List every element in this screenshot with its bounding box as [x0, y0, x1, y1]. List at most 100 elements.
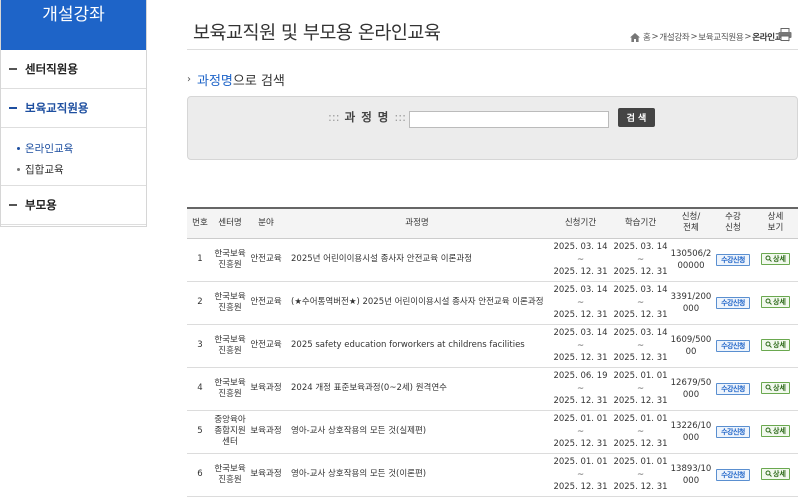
- breadcrumb-level1[interactable]: 개설강좌: [659, 31, 689, 43]
- cell-center: 한국보육진흥원: [214, 248, 246, 270]
- enroll-button[interactable]: 수강신청: [716, 339, 750, 352]
- table-row: 2 한국보육진흥원 안전교육 (★수어통역버전★) 2025년 어린이이용시설 종사자…: [187, 281, 798, 324]
- search-box: ::: 과 정 명 ::: 검 색: [187, 96, 798, 160]
- home-icon: [630, 32, 640, 42]
- cell-count: 12679/50000: [670, 377, 712, 400]
- study-end: 2025. 12. 31: [613, 352, 668, 363]
- cell-apply-period: 2025. 01. 01 ~2025. 12. 31: [549, 453, 612, 496]
- header-title: 과정명: [405, 217, 429, 228]
- sidebar-item-label: 부모용: [25, 198, 57, 212]
- cell-no: 1: [197, 254, 203, 264]
- cell-detail: 상세: [753, 281, 798, 324]
- cell-enroll: 수강신청: [713, 238, 753, 281]
- enroll-button[interactable]: 수강신청: [716, 382, 750, 395]
- cell-course-title: (★수어통역버전★) 2025년 어린이이용시설 종사자 안전교육 이론과정: [291, 297, 544, 307]
- table-row: 6 한국보육진흥원 보육과정 영아-교사 상호작용의 모든 것(이론편) 2025. 0…: [187, 453, 798, 496]
- detail-button[interactable]: 상세: [761, 467, 790, 480]
- search-heading: › 과정명 으로 검색: [187, 70, 285, 89]
- enroll-button[interactable]: 수강신청: [716, 296, 750, 309]
- table-row: 3 한국보육진흥원 안전교육 2025 safety education forwor…: [187, 324, 798, 367]
- cell-apply-period: 2025. 03. 14 ~2025. 12. 31: [549, 324, 612, 367]
- dash-icon: [9, 107, 17, 109]
- cell-detail: 상세: [753, 238, 798, 281]
- cell-enroll: 수강신청: [713, 453, 753, 496]
- study-end: 2025. 12. 31: [613, 438, 668, 449]
- detail-button[interactable]: 상세: [761, 338, 790, 351]
- sidebar-subitem-label: 온라인교육: [25, 143, 74, 155]
- cell-study-period: 2025. 01. 01 ~2025. 12. 31: [612, 410, 669, 453]
- cell-no: 3: [197, 340, 203, 350]
- detail-button[interactable]: 상세: [761, 295, 790, 308]
- breadcrumb-home[interactable]: 홈: [643, 31, 651, 43]
- title-divider: [187, 49, 798, 50]
- detail-button[interactable]: 상세: [761, 252, 790, 265]
- cell-no: 2: [197, 297, 203, 307]
- cell-course-title: 영아-교사 상호작용의 모든 것(실제편): [291, 426, 427, 436]
- search-heading-rest: 으로 검색: [232, 74, 285, 89]
- course-table: 번호 센터명 분야 과정명 신청기간 학습기간 신청/ 전체 수강 신청 상세 …: [187, 207, 798, 497]
- sidebar-item-label: 센터직원용: [25, 62, 78, 76]
- sidebar-subitem-online[interactable]: 온라인교육: [17, 138, 146, 159]
- study-start: 2025. 01. 01: [613, 456, 668, 467]
- bullet-icon: [17, 147, 20, 150]
- cell-center: 한국보육진흥원: [214, 463, 246, 485]
- search-button[interactable]: 검 색: [618, 108, 655, 127]
- sidebar-item-childcare-staff[interactable]: 보육교직원용: [1, 89, 146, 128]
- sidebar: 개설강좌 센터직원용 보육교직원용 온라인교육 집합교육 부모용: [0, 0, 147, 227]
- sidebar-item-parents[interactable]: 부모용: [1, 186, 146, 225]
- apply-end: 2025. 12. 31: [553, 352, 608, 363]
- breadcrumb-level2[interactable]: 보육교직원용: [698, 31, 743, 43]
- search-label-text: 과 정 명: [344, 110, 390, 124]
- detail-button[interactable]: 상세: [761, 424, 790, 437]
- print-icon[interactable]: [778, 28, 792, 41]
- magnifier-icon: [765, 470, 772, 478]
- apply-end: 2025. 12. 31: [553, 266, 608, 277]
- apply-end: 2025. 12. 31: [553, 438, 608, 449]
- apply-start: 2025. 01. 01: [553, 456, 608, 467]
- cell-center: 한국보육진흥원: [214, 291, 246, 313]
- period-tilde: ~: [576, 469, 585, 480]
- cell-apply-period: 2025. 03. 14 ~2025. 12. 31: [549, 238, 612, 281]
- cell-field: 보육과정: [250, 383, 282, 393]
- cell-center: 한국보육진흥원: [214, 377, 246, 399]
- cell-study-period: 2025. 03. 14 ~2025. 12. 31: [612, 324, 669, 367]
- period-tilde: ~: [636, 254, 645, 265]
- cell-apply-period: 2025. 01. 01 ~2025. 12. 31: [549, 410, 612, 453]
- cell-enroll: 수강신청: [713, 410, 753, 453]
- cell-field: 안전교육: [250, 297, 282, 307]
- cell-field: 안전교육: [250, 340, 282, 350]
- period-tilde: ~: [636, 383, 645, 394]
- detail-button[interactable]: 상세: [761, 381, 790, 394]
- sidebar-item-center-staff[interactable]: 센터직원용: [1, 50, 146, 89]
- period-tilde: ~: [636, 469, 645, 480]
- cell-no: 4: [197, 383, 203, 393]
- header-enroll: 수강 신청: [725, 212, 741, 234]
- magnifier-icon: [765, 427, 772, 435]
- period-tilde: ~: [636, 340, 645, 351]
- dash-icon: [9, 204, 17, 206]
- cell-count: 13893/10000: [670, 463, 712, 486]
- search-heading-highlight: 과정명: [197, 74, 233, 89]
- enroll-button[interactable]: 수강신청: [716, 468, 750, 481]
- period-tilde: ~: [636, 426, 645, 437]
- cell-course-title: 영아-교사 상호작용의 모든 것(이론편): [291, 469, 427, 479]
- cell-enroll: 수강신청: [713, 324, 753, 367]
- cell-count: 1609/50000: [670, 334, 712, 357]
- detail-button-label: 상세: [773, 426, 786, 435]
- sidebar-subitem-group[interactable]: 집합교육: [17, 159, 146, 180]
- search-input[interactable]: [409, 111, 609, 128]
- detail-button-label: 상세: [773, 469, 786, 478]
- cell-no: 5: [197, 426, 203, 436]
- header-count: 신청/ 전체: [681, 212, 701, 234]
- study-start: 2025. 01. 01: [613, 370, 668, 381]
- enroll-button[interactable]: 수강신청: [716, 253, 750, 266]
- detail-button-label: 상세: [773, 383, 786, 392]
- enroll-button[interactable]: 수강신청: [716, 425, 750, 438]
- header-study-period: 학습기간: [624, 217, 657, 228]
- chevron-right-icon: ›: [187, 74, 191, 85]
- period-tilde: ~: [576, 383, 585, 394]
- header-field: 분야: [258, 217, 274, 228]
- apply-end: 2025. 12. 31: [553, 481, 608, 492]
- dash-icon: [9, 68, 17, 70]
- apply-start: 2025. 03. 14: [553, 327, 608, 338]
